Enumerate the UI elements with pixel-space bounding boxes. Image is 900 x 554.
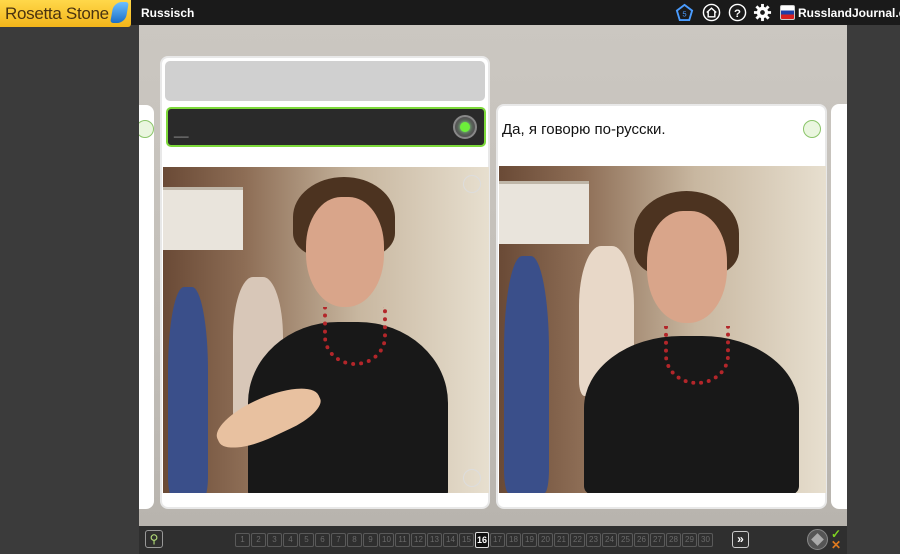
page-button[interactable]: 9 bbox=[363, 533, 378, 547]
prompt-bar bbox=[165, 61, 485, 101]
shelf bbox=[499, 181, 589, 244]
svg-text:?: ? bbox=[734, 8, 741, 20]
woman-face bbox=[306, 197, 384, 307]
mic-indicator-icon bbox=[460, 122, 470, 132]
speech-pointer bbox=[207, 151, 223, 165]
speaker-icon[interactable] bbox=[803, 120, 821, 138]
necklace bbox=[323, 307, 387, 366]
page-button[interactable]: 22 bbox=[570, 533, 585, 547]
page-button[interactable]: 8 bbox=[347, 533, 362, 547]
page-button[interactable]: 30 bbox=[698, 533, 713, 547]
necklace bbox=[664, 326, 730, 385]
answer-placeholder: __ bbox=[174, 123, 189, 138]
magnifier-button[interactable]: ⚲ bbox=[145, 530, 163, 548]
journal-label: RusslandJournal.de bbox=[798, 5, 900, 20]
page-button[interactable]: 13 bbox=[427, 533, 442, 547]
course-title: Russisch bbox=[141, 6, 195, 20]
page-button[interactable]: 27 bbox=[650, 533, 665, 547]
flag-icon bbox=[780, 5, 795, 20]
gear-icon[interactable] bbox=[753, 3, 772, 22]
page-button[interactable]: 17 bbox=[490, 533, 505, 547]
exercise-stage: __ Да, я говорю по-русски. bbox=[139, 25, 847, 526]
page-button[interactable]: 4 bbox=[283, 533, 298, 547]
shelf bbox=[163, 187, 243, 250]
logo-mark-icon bbox=[110, 2, 129, 23]
sentence-text: Да, я говорю по-русски. bbox=[502, 121, 666, 138]
speaker-icon[interactable] bbox=[139, 120, 154, 138]
page-button[interactable]: 12 bbox=[411, 533, 426, 547]
rosetta-stone-logo[interactable]: Rosetta Stone bbox=[0, 0, 131, 27]
home-icon[interactable] bbox=[702, 3, 721, 22]
diamond-icon bbox=[811, 533, 824, 546]
active-card: __ bbox=[160, 56, 490, 509]
page-button[interactable]: 11 bbox=[395, 533, 410, 547]
page-button[interactable]: 2 bbox=[251, 533, 266, 547]
help-icon[interactable]: ? bbox=[728, 3, 747, 22]
page-button[interactable]: 16 bbox=[475, 532, 489, 548]
page-button[interactable]: 28 bbox=[666, 533, 681, 547]
pause-icon[interactable] bbox=[463, 469, 481, 487]
background-person bbox=[168, 287, 208, 493]
page-button[interactable]: 14 bbox=[443, 533, 458, 547]
page-button[interactable]: 25 bbox=[618, 533, 633, 547]
page-button[interactable]: 7 bbox=[331, 533, 346, 547]
logo-text: Rosetta Stone bbox=[5, 4, 109, 23]
page-button[interactable]: 6 bbox=[315, 533, 330, 547]
previous-card-edge[interactable] bbox=[139, 105, 154, 509]
skip-button[interactable] bbox=[807, 529, 828, 550]
next-card-edge[interactable] bbox=[831, 104, 847, 509]
page-button[interactable]: 10 bbox=[379, 533, 394, 547]
pentagon-icon[interactable]: 5 bbox=[675, 3, 694, 22]
woman-photo-1[interactable] bbox=[163, 167, 489, 493]
sentence-card[interactable]: Да, я говорю по-русски. bbox=[496, 104, 827, 509]
journal-link[interactable]: RusslandJournal.de bbox=[780, 4, 900, 21]
woman-photo-2[interactable] bbox=[499, 166, 826, 493]
svg-text:5: 5 bbox=[682, 9, 686, 18]
page-button[interactable]: 23 bbox=[586, 533, 601, 547]
page-button[interactable]: 29 bbox=[682, 533, 697, 547]
page-button[interactable]: 26 bbox=[634, 533, 649, 547]
microphone-button[interactable] bbox=[453, 115, 477, 139]
screen-pager: 1 2 3 4 5 6 7 8 9 10 11 12 13 14 15 16 17 18 19 20 21 22 23 24 2… bbox=[235, 532, 713, 548]
page-button[interactable]: 20 bbox=[538, 533, 553, 547]
page-button[interactable]: 21 bbox=[554, 533, 569, 547]
replay-icon[interactable] bbox=[463, 175, 481, 193]
page-button[interactable]: 5 bbox=[299, 533, 314, 547]
woman-face bbox=[647, 211, 727, 323]
page-button[interactable]: 18 bbox=[506, 533, 521, 547]
answer-box[interactable]: __ bbox=[166, 107, 486, 147]
page-button[interactable]: 1 bbox=[235, 533, 250, 547]
background-person bbox=[504, 256, 549, 493]
page-button[interactable]: 3 bbox=[267, 533, 282, 547]
page-button[interactable]: 15 bbox=[459, 533, 474, 547]
next-button[interactable]: » bbox=[732, 531, 749, 548]
bottom-bar: ⚲ 1 2 3 4 5 6 7 8 9 10 11 12 13 14 15 16 17 18 19 20 21 22 23 2… bbox=[139, 526, 847, 554]
incorrect-icon: ✕ bbox=[831, 538, 842, 552]
page-button[interactable]: 24 bbox=[602, 533, 617, 547]
page-button[interactable]: 19 bbox=[522, 533, 537, 547]
